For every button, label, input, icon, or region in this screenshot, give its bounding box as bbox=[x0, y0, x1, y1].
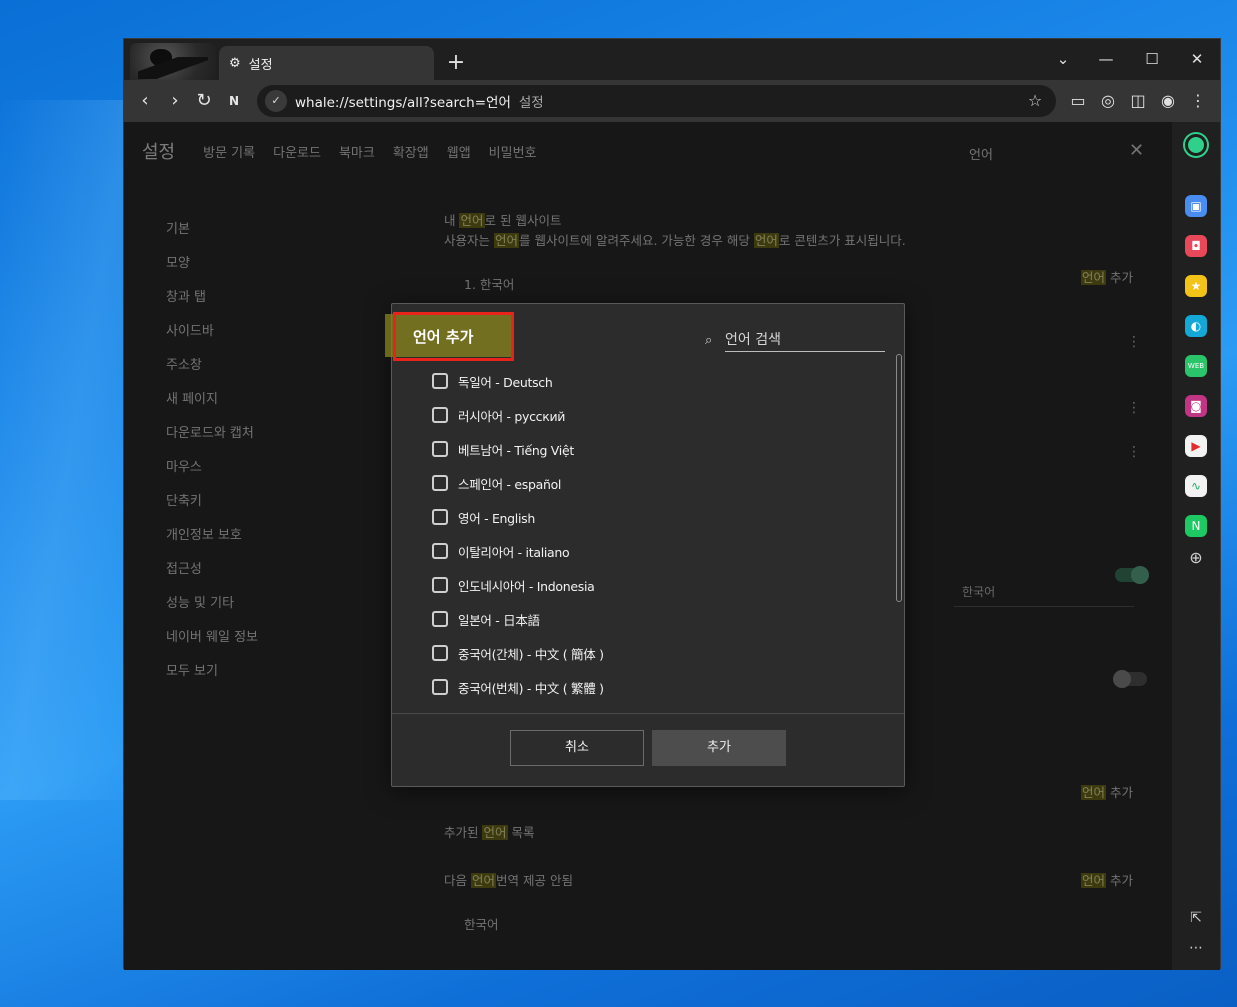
minimize-button[interactable]: — bbox=[1086, 45, 1126, 73]
checkbox[interactable] bbox=[432, 577, 448, 593]
tab-list-dropdown-icon[interactable]: ⌄ bbox=[1043, 45, 1083, 73]
checkbox[interactable] bbox=[432, 441, 448, 457]
language-label: 베트남어 - Tiếng Việt bbox=[458, 442, 574, 458]
list-scrollbar[interactable] bbox=[896, 354, 902, 602]
split-view-icon[interactable]: ◫ bbox=[1126, 89, 1150, 113]
checkbox[interactable] bbox=[432, 407, 448, 423]
cancel-button[interactable]: 취소 bbox=[510, 730, 644, 766]
language-label: 스페인어 - español bbox=[458, 476, 562, 492]
toolbar: ‹ › ↻ N ✓ whale://settings/all?search=언어… bbox=[124, 80, 1220, 122]
list-item[interactable]: 중국어(번체) - 中文 ( 繁體 ) bbox=[392, 670, 904, 704]
youtube-icon[interactable]: ▶ bbox=[1185, 435, 1207, 457]
checkbox[interactable] bbox=[432, 611, 448, 627]
stock-icon[interactable]: ∿ bbox=[1185, 475, 1207, 497]
naver-n-icon[interactable]: N bbox=[1185, 515, 1207, 537]
instagram-icon[interactable]: ◙ bbox=[1185, 395, 1207, 417]
checkbox[interactable] bbox=[432, 373, 448, 389]
checkbox[interactable] bbox=[432, 475, 448, 491]
list-item[interactable]: 인도네시아어 - Indonesia bbox=[392, 568, 904, 602]
language-label: 중국어(번체) - 中文 ( 繁體 ) bbox=[458, 680, 604, 696]
maximize-button[interactable]: ☐ bbox=[1132, 45, 1172, 73]
back-icon[interactable]: ‹ bbox=[132, 88, 158, 114]
url-hint: 설정 bbox=[518, 95, 544, 111]
star-icon[interactable]: ★ bbox=[1185, 275, 1207, 297]
dialog-title: 언어 추가 bbox=[393, 312, 514, 361]
green-dot-icon[interactable] bbox=[1185, 134, 1207, 156]
list-item[interactable]: 중국어(간체) - 中文 ( 簡体 ) bbox=[392, 636, 904, 670]
papago-icon[interactable]: ◐ bbox=[1185, 315, 1207, 337]
settings-icon: ⚙ bbox=[229, 55, 241, 71]
add-button[interactable]: 추가 bbox=[652, 730, 786, 766]
language-label: 러시아어 - русский bbox=[458, 408, 566, 424]
profile-icon[interactable]: ◉ bbox=[1156, 89, 1180, 113]
language-list: 독일어 - Deutsch 러시아어 - русский 베트남어 - Tiến… bbox=[392, 364, 904, 714]
store-icon[interactable]: ▣ bbox=[1185, 195, 1207, 217]
title-bar: ⚙ 설정 + ⌄ — ☐ ✕ bbox=[124, 39, 1220, 80]
dialog-divider bbox=[392, 713, 904, 714]
checkbox[interactable] bbox=[432, 679, 448, 695]
list-item[interactable]: 영어 - English bbox=[392, 500, 904, 534]
language-label: 인도네시아어 - Indonesia bbox=[458, 578, 595, 594]
checkbox[interactable] bbox=[432, 509, 448, 525]
checkbox[interactable] bbox=[432, 543, 448, 559]
url-text[interactable]: whale://settings/all?search=언어 bbox=[295, 91, 511, 111]
address-bar[interactable]: ✓ whale://settings/all?search=언어 설정 ☆ bbox=[257, 85, 1056, 117]
list-item[interactable]: 일본어 - 日本語 bbox=[392, 602, 904, 636]
list-item[interactable]: 스페인어 - español bbox=[392, 466, 904, 500]
naver-icon[interactable]: N bbox=[221, 88, 247, 114]
language-label: 일본어 - 日本語 bbox=[458, 612, 540, 628]
webtoon-icon[interactable]: WEB bbox=[1185, 355, 1207, 377]
right-sidebar: ▣ ◘ ★ ◐ WEB ◙ ▶ ∿ N ⊕ ⇱ ⋯ bbox=[1172, 122, 1220, 970]
tab-strip-artwork bbox=[130, 43, 216, 80]
open-external-icon[interactable]: ⇱ bbox=[1185, 907, 1207, 929]
video-icon[interactable]: ▭ bbox=[1066, 89, 1090, 113]
language-search-input[interactable] bbox=[725, 328, 885, 352]
list-item[interactable]: 독일어 - Deutsch bbox=[392, 364, 904, 398]
tab-settings[interactable]: ⚙ 설정 bbox=[219, 46, 434, 80]
forward-icon[interactable]: › bbox=[162, 88, 188, 114]
reload-icon[interactable]: ↻ bbox=[191, 88, 217, 114]
language-label: 영어 - English bbox=[458, 510, 535, 526]
menu-icon[interactable]: ⋮ bbox=[1186, 89, 1210, 113]
list-item[interactable]: 러시아어 - русский bbox=[392, 398, 904, 432]
star-add-icon[interactable]: ☆ bbox=[1024, 90, 1046, 112]
language-label: 중국어(간체) - 中文 ( 簡体 ) bbox=[458, 646, 604, 662]
new-tab-button[interactable]: + bbox=[442, 49, 470, 77]
close-window-button[interactable]: ✕ bbox=[1177, 45, 1217, 73]
add-sidebar-icon[interactable]: ⊕ bbox=[1185, 547, 1207, 569]
capture-icon[interactable]: ◎ bbox=[1096, 89, 1120, 113]
more-icon[interactable]: ⋯ bbox=[1185, 937, 1207, 959]
add-language-dialog: 언어 추가 ⌕ 독일어 - Deutsch 러시아어 - русский 베트남… bbox=[385, 303, 905, 787]
pocket-icon[interactable]: ◘ bbox=[1185, 235, 1207, 257]
checkbox[interactable] bbox=[432, 645, 448, 661]
language-label: 이탈리아어 - italiano bbox=[458, 544, 570, 560]
desktop-wallpaper bbox=[0, 100, 140, 800]
list-item[interactable]: 이탈리아어 - italiano bbox=[392, 534, 904, 568]
language-search: ⌕ bbox=[705, 328, 885, 352]
language-label: 독일어 - Deutsch bbox=[458, 374, 553, 390]
whale-icon: ✓ bbox=[265, 90, 287, 112]
search-icon: ⌕ bbox=[705, 332, 713, 348]
tab-title: 설정 bbox=[248, 57, 273, 73]
list-item[interactable]: 베트남어 - Tiếng Việt bbox=[392, 432, 904, 466]
